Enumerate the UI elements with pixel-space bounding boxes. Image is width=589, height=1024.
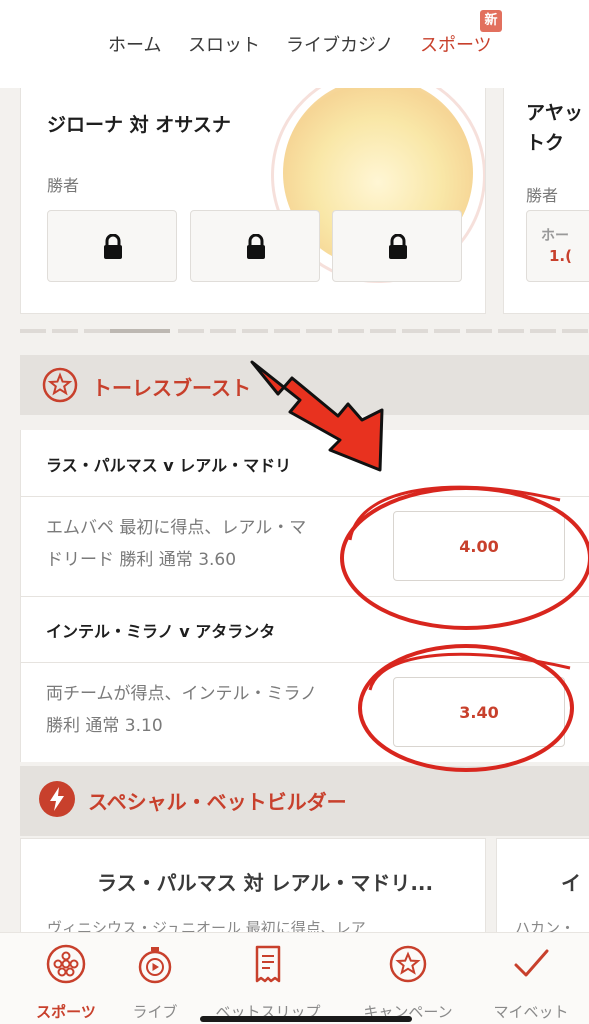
selection-home-locked[interactable] <box>47 210 177 282</box>
selection-odds: 1.( <box>549 247 572 265</box>
selection-label: ホー <box>541 228 569 244</box>
bottom-nav-live[interactable]: ライブ <box>114 933 196 1024</box>
boost-odds-button[interactable]: 3.40 <box>393 677 565 747</box>
bottom-nav-campaign[interactable]: キャンペーン <box>340 933 476 1024</box>
match-card-girona-osasuna[interactable]: ジローナ 対 オサスナ 勝者 <box>20 88 486 314</box>
soccer-ball-icon <box>46 944 86 984</box>
star-icon <box>42 367 78 403</box>
special-betbuilder-header: スペシャル・ベットビルダー <box>20 766 589 836</box>
market-label: 勝者 <box>47 176 80 195</box>
lightning-icon <box>39 781 75 817</box>
betbuilder-title: ラス・パルマス 対 レアル・マドリ... <box>97 871 434 895</box>
market-label: 勝者 <box>526 186 559 205</box>
carousel-indicator <box>20 329 589 333</box>
bottom-nav-label: ライブ <box>132 1003 178 1021</box>
checkmark-icon <box>514 949 549 977</box>
home-indicator <box>200 1016 412 1022</box>
stopwatch-play-icon <box>138 947 172 984</box>
bottom-nav-my-bets[interactable]: マイベット <box>476 933 586 1024</box>
match-title-line1: アヤッ <box>526 102 584 124</box>
selection-draw-locked[interactable] <box>190 210 320 282</box>
boost-description: エムバペ 最初に得点、レアル・マ ドリード 勝利 通常 3.60 <box>46 518 307 570</box>
bottom-nav-betslip[interactable]: ベットスリップ <box>196 933 340 1024</box>
section-title: スペシャル・ベットビルダー <box>88 790 347 814</box>
betbuilder-card[interactable]: ラス・パルマス 対 レアル・マドリ... ヴィニシウス・ジュニオール 最初に得点… <box>20 838 486 938</box>
tab-home[interactable]: ホーム <box>108 31 161 57</box>
boost-match-title: インテル・ミラノ v アタランタ <box>46 622 276 641</box>
new-badge: 新 <box>480 10 502 32</box>
lock-icon <box>389 234 407 259</box>
top-navigation: ホーム スロット ライブカジノ スポーツ 新 <box>0 0 589 88</box>
bottom-nav-label: スポーツ <box>36 1003 96 1021</box>
selection-away-locked[interactable] <box>332 210 462 282</box>
tab-slots[interactable]: スロット <box>188 31 260 57</box>
tab-live-casino[interactable]: ライブカジノ <box>286 31 394 57</box>
match-card-partial[interactable]: アヤッ トク 勝者 ホー 1.( <box>503 88 589 314</box>
bottom-nav-label: マイベット <box>493 1003 569 1021</box>
lock-icon <box>247 234 265 259</box>
match-title: ジローナ 対 オサスナ <box>47 114 231 136</box>
selection-home-odds[interactable]: ホー 1.( <box>526 210 589 282</box>
betbuilder-card-partial[interactable]: イ ハカン・ <box>496 838 589 938</box>
boost-match-title: ラス・パルマス v レアル・マドリ <box>46 456 292 475</box>
torres-boost-list: ラス・パルマス v レアル・マドリ エムバペ 最初に得点、レアル・マ ドリード … <box>20 430 589 762</box>
boost-odds-button[interactable]: 4.00 <box>393 511 565 581</box>
star-badge-icon <box>389 945 427 983</box>
match-title-line2: トク <box>526 132 565 154</box>
tab-sports[interactable]: スポーツ <box>420 31 492 57</box>
torres-boost-header: トーレスブースト <box>20 355 589 415</box>
bottom-nav-sports[interactable]: スポーツ <box>18 933 114 1024</box>
lock-icon <box>104 234 122 259</box>
boost-description: 両チームが得点、インテル・ミラノ 勝利 通常 3.10 <box>46 684 318 736</box>
bottom-navigation: スポーツ ライブ ベットスリップ キャンペーン マイベット <box>0 932 589 1024</box>
betbuilder-title: イ <box>561 871 581 895</box>
section-title: トーレスブースト <box>92 376 251 400</box>
receipt-icon <box>255 945 281 983</box>
